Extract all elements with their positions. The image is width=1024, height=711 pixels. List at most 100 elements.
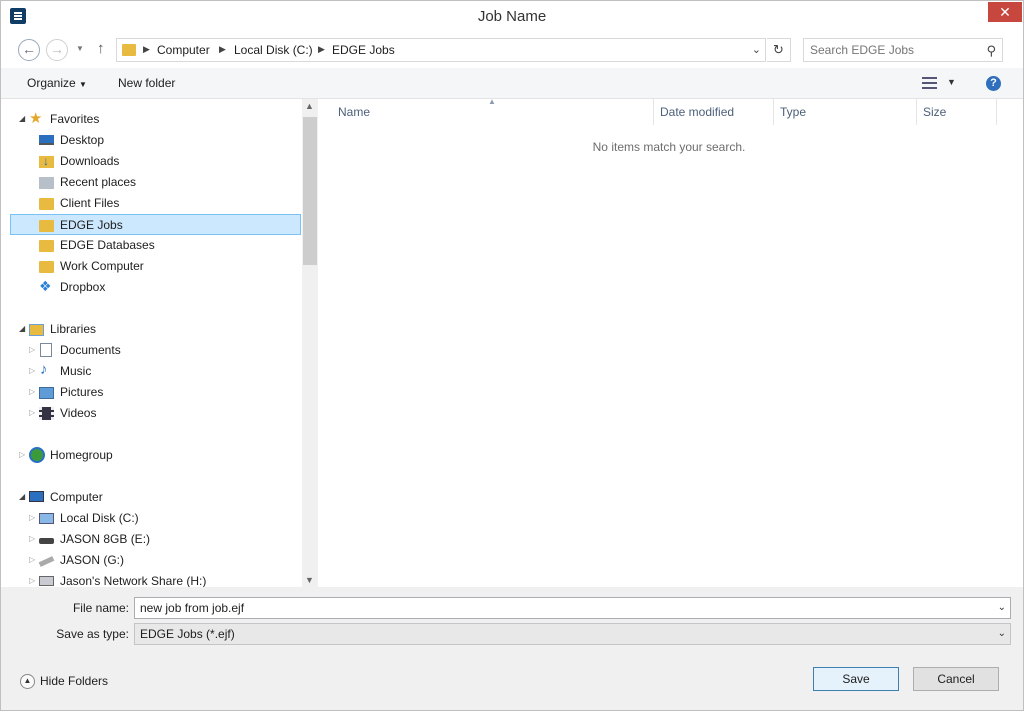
file-list[interactable]: ▲ Name Date modified Type Size No items … [319,97,1023,587]
view-options-icon[interactable] [922,77,937,89]
save-dialog: Job Name ✕ ← → ▼ ↑ ▶ Computer ▶ Local Di… [0,0,1024,711]
nav-group-homegroup[interactable]: ▷ Homegroup [1,445,301,466]
sidebar-item-client-files[interactable]: Client Files [1,193,301,214]
file-name-value[interactable]: new job from job.ejf [140,601,244,615]
column-header-size[interactable]: Size [923,105,946,119]
sidebar-item-downloads[interactable]: Downloads [1,151,301,172]
hide-folders-button[interactable]: ▲ Hide Folders [20,674,108,690]
nav-group-computer[interactable]: ◢ Computer [1,487,301,508]
sidebar-item-jason-8gb[interactable]: ▷ JASON 8GB (E:) [1,529,301,550]
chevron-down-icon[interactable]: ⌄ [998,628,1006,639]
collapsed-arrow-icon[interactable]: ▷ [29,555,35,564]
collapsed-arrow-icon[interactable]: ▷ [29,513,35,522]
window-title: Job Name [477,8,547,25]
save-as-type-select[interactable]: EDGE Jobs (*.ejf) ⌄ [134,623,1011,645]
back-button[interactable]: ← [18,39,40,61]
breadcrumb-computer[interactable]: Computer [157,43,210,57]
sidebar-item-music[interactable]: ▷ ♪ Music [1,361,301,382]
chevron-down-icon[interactable]: ▼ [947,77,956,87]
refresh-button[interactable]: ↻ [767,38,791,62]
computer-icon [29,491,44,502]
breadcrumb-edge-jobs[interactable]: EDGE Jobs [332,43,395,57]
sidebar-item-documents[interactable]: ▷ Documents [1,340,301,361]
column-divider[interactable] [916,99,917,125]
collapsed-arrow-icon[interactable]: ▷ [29,366,35,375]
collapsed-arrow-icon[interactable]: ▷ [29,534,35,543]
column-header-name[interactable]: Name [338,105,370,119]
sidebar-item-network-share[interactable]: ▷ Jason's Network Share (H:) [1,571,301,587]
close-button[interactable]: ✕ [988,2,1022,22]
collapsed-arrow-icon[interactable]: ▷ [29,408,35,417]
column-header-date-modified[interactable]: Date modified [660,105,734,119]
chevron-down-icon[interactable]: ⌄ [998,602,1006,613]
navigation-scrollbar[interactable]: ▲ ▼ [302,99,318,587]
sidebar-item-recent-places[interactable]: Recent places [1,172,301,193]
collapsed-arrow-icon[interactable]: ▷ [29,576,35,585]
collapsed-arrow-icon[interactable]: ▷ [19,450,25,459]
sidebar-item-dropbox[interactable]: ❖ Dropbox [1,277,301,298]
sidebar-item-label: Work Computer [60,259,144,273]
file-name-field[interactable]: new job from job.ejf ⌄ [134,597,1011,619]
expanded-arrow-icon[interactable]: ◢ [19,492,25,501]
sidebar-item-label: Dropbox [60,280,106,294]
address-row: ← → ▼ ↑ ▶ Computer ▶ Local Disk (C:) ▶ E… [1,32,1023,68]
sidebar-item-work-computer[interactable]: Work Computer [1,256,301,277]
search-icon[interactable]: ⚲ [986,43,996,59]
column-header-type[interactable]: Type [780,105,806,119]
chevron-right-icon[interactable]: ▶ [143,44,150,55]
address-bar[interactable]: ▶ Computer ▶ Local Disk (C:) ▶ EDGE Jobs… [116,38,766,62]
recent-locations-dropdown-icon[interactable]: ▼ [76,44,84,53]
chevron-right-icon[interactable]: ▶ [219,44,226,55]
breadcrumb-local-disk[interactable]: Local Disk (C:) [234,43,313,57]
navigation-pane: ◢ ★ Favorites Desktop Downloads Recent p… [1,99,302,587]
downloads-icon [39,154,54,168]
scroll-down-icon[interactable]: ▼ [305,575,314,585]
sidebar-item-jason-g[interactable]: ▷ JASON (G:) [1,550,301,571]
command-bar: Organize ▼ New folder ▼ ? [1,68,1023,99]
sidebar-item-label: Desktop [60,133,105,147]
nav-group-label: Homegroup [50,448,113,462]
sidebar-item-desktop[interactable]: Desktop [1,130,301,151]
save-as-type-label: Save as type: [56,627,129,641]
organize-button[interactable]: Organize ▼ [27,76,87,90]
column-divider[interactable] [653,99,654,125]
collapsed-arrow-icon[interactable]: ▷ [29,345,35,354]
folder-icon [39,240,54,252]
dropbox-icon: ❖ [39,278,52,294]
title-bar: Job Name ✕ [1,1,1023,32]
scrollbar-thumb[interactable] [303,117,317,265]
column-divider[interactable] [996,99,997,125]
nav-group-libraries[interactable]: ◢ Libraries [1,319,301,340]
sidebar-item-edge-databases[interactable]: EDGE Databases [1,235,301,256]
pictures-icon [39,387,54,399]
expanded-arrow-icon[interactable]: ◢ [19,114,25,123]
nav-group-favorites[interactable]: ◢ ★ Favorites [1,109,301,130]
column-divider[interactable] [773,99,774,125]
search-input[interactable] [810,43,975,57]
sidebar-item-label: JASON (G:) [60,553,125,567]
save-as-type-value[interactable]: EDGE Jobs (*.ejf) [140,627,235,641]
folder-icon [39,220,54,232]
cancel-button[interactable]: Cancel [913,667,999,691]
up-arrow-icon[interactable]: ↑ [97,40,105,57]
libraries-icon [29,324,44,336]
search-box[interactable]: ⚲ [803,38,1003,62]
scroll-up-icon[interactable]: ▲ [305,101,314,111]
sidebar-item-videos[interactable]: ▷ Videos [1,403,301,424]
expanded-arrow-icon[interactable]: ◢ [19,324,25,333]
homegroup-icon [29,447,45,463]
collapsed-arrow-icon[interactable]: ▷ [29,387,35,396]
chevron-right-icon[interactable]: ▶ [318,44,325,55]
chevron-down-icon: ▼ [79,80,87,89]
removable-drive-icon [39,538,54,544]
forward-button[interactable]: → [46,39,68,61]
save-button[interactable]: Save [813,667,899,691]
sidebar-item-label: Videos [60,406,97,420]
sidebar-item-local-disk[interactable]: ▷ Local Disk (C:) [1,508,301,529]
sidebar-item-edge-jobs[interactable]: EDGE Jobs [10,214,301,235]
chevron-down-icon[interactable]: ⌄ [752,43,761,56]
help-icon[interactable]: ? [986,76,1001,91]
new-folder-button[interactable]: New folder [118,76,175,90]
file-name-label: File name: [72,601,129,615]
sidebar-item-pictures[interactable]: ▷ Pictures [1,382,301,403]
